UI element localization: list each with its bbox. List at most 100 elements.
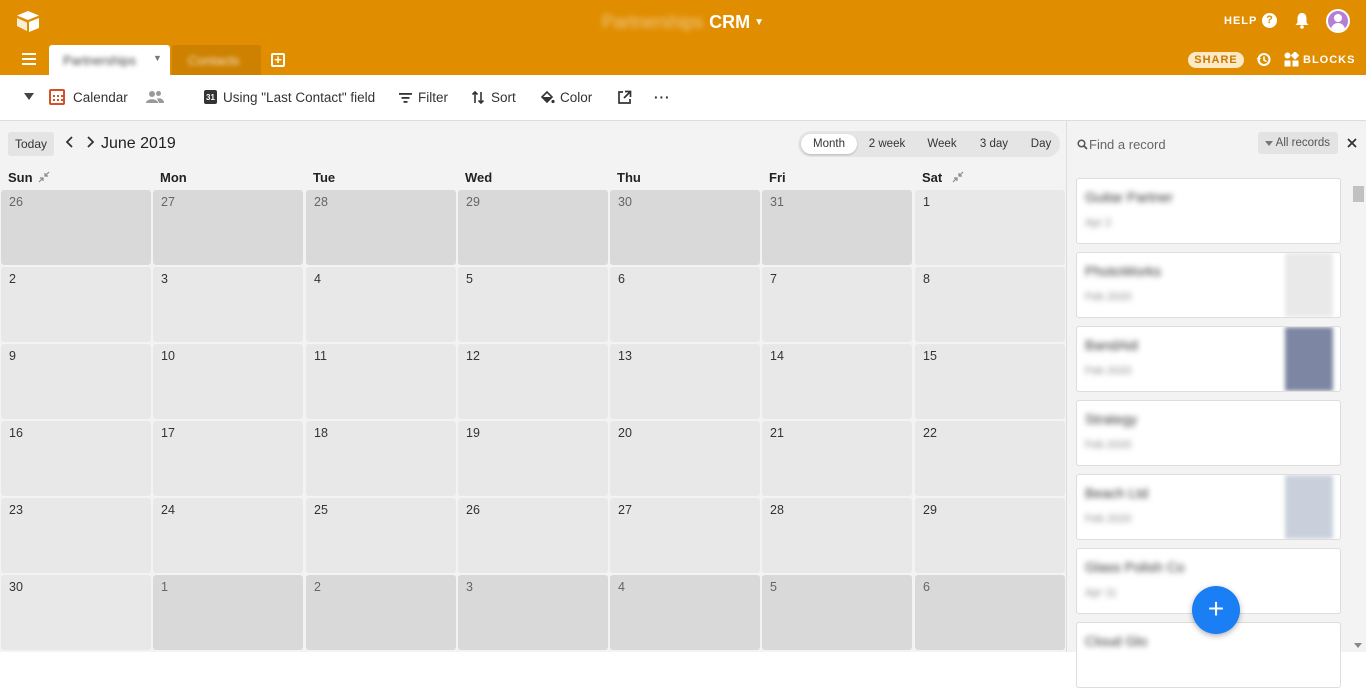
chevron-down-icon[interactable]: ▼ [153, 53, 162, 63]
day-cell[interactable]: 30 [1, 575, 151, 650]
range-day[interactable]: Day [1022, 134, 1060, 154]
day-cell[interactable]: 3 [458, 575, 608, 650]
base-name[interactable]: Partnerships [602, 10, 703, 34]
base-suffix[interactable]: CRM [709, 12, 750, 32]
sort-button[interactable]: Sort [491, 89, 516, 107]
day-cell[interactable]: 25 [306, 498, 456, 573]
day-cell[interactable]: 29 [915, 498, 1065, 573]
view-switcher-caret-icon[interactable] [24, 93, 34, 100]
day-cell[interactable]: 30 [610, 190, 760, 265]
all-records-dropdown[interactable]: All records [1258, 132, 1338, 154]
day-cell[interactable]: 22 [915, 421, 1065, 496]
record-date: Feb 2020 [1085, 365, 1132, 377]
day-number: 25 [314, 503, 328, 517]
day-cell[interactable]: 7 [762, 267, 912, 342]
day-cell[interactable]: 24 [153, 498, 303, 573]
day-cell[interactable]: 4 [610, 575, 760, 650]
blocks-icon[interactable] [1284, 52, 1299, 67]
day-cell[interactable]: 2 [306, 575, 456, 650]
collapse-weekend-icon[interactable] [38, 171, 50, 183]
day-cell[interactable]: 4 [306, 267, 456, 342]
help-icon[interactable]: ? [1262, 13, 1277, 28]
day-cell[interactable]: 17 [153, 421, 303, 496]
airtable-logo-icon[interactable] [16, 10, 40, 32]
paint-bucket-icon[interactable] [540, 90, 555, 105]
day-cell[interactable]: 11 [306, 344, 456, 419]
hamburger-menu-icon[interactable] [22, 53, 36, 65]
day-cell[interactable]: 8 [915, 267, 1065, 342]
filter-icon[interactable] [398, 90, 413, 105]
blocks-button[interactable]: BLOCKS [1303, 52, 1355, 68]
date-field-button[interactable]: Using "Last Contact" field [223, 89, 375, 107]
day-cell[interactable]: 15 [915, 344, 1065, 419]
record-card[interactable]: BandAid Feb 2020 [1076, 326, 1341, 392]
day-cell[interactable]: 26 [458, 498, 608, 573]
day-cell[interactable]: 27 [610, 498, 760, 573]
day-cell[interactable]: 6 [610, 267, 760, 342]
range-3-day[interactable]: 3 day [972, 134, 1016, 154]
color-button[interactable]: Color [560, 89, 592, 107]
day-cell[interactable]: 29 [458, 190, 608, 265]
find-record-input[interactable] [1089, 134, 1249, 154]
filter-button[interactable]: Filter [418, 89, 448, 107]
scroll-down-icon[interactable] [1354, 643, 1362, 648]
day-cell[interactable]: 1 [915, 190, 1065, 265]
record-card[interactable]: Guitar Partner Apr 2 [1076, 178, 1341, 244]
help-link[interactable]: HELP [1224, 13, 1257, 29]
range-month[interactable]: Month [801, 134, 857, 154]
record-date: Feb 2020 [1085, 291, 1132, 303]
day-cell[interactable]: 28 [762, 498, 912, 573]
people-icon[interactable] [146, 90, 164, 104]
record-sidebar: All records Guitar Partner Apr 2 PhotoWork… [1066, 121, 1366, 688]
record-card[interactable]: Beach Ltd Feb 2020 [1076, 474, 1341, 540]
day-cell[interactable]: 5 [458, 267, 608, 342]
collapse-weekend-icon[interactable] [952, 171, 964, 183]
day-cell[interactable]: 6 [915, 575, 1065, 650]
chevron-down-icon[interactable]: ▼ [754, 17, 764, 28]
day-cell[interactable]: 1 [153, 575, 303, 650]
close-icon[interactable] [1346, 137, 1358, 149]
day-cell[interactable]: 13 [610, 344, 760, 419]
today-button[interactable]: Today [8, 132, 54, 156]
view-name[interactable]: Calendar [73, 89, 128, 107]
day-cell[interactable]: 3 [153, 267, 303, 342]
day-cell[interactable]: 28 [306, 190, 456, 265]
day-cell[interactable]: 20 [610, 421, 760, 496]
day-cell[interactable]: 21 [762, 421, 912, 496]
day-cell[interactable]: 18 [306, 421, 456, 496]
day-cell[interactable]: 2 [1, 267, 151, 342]
day-number: 29 [466, 195, 480, 209]
scrollbar-thumb[interactable] [1353, 186, 1364, 202]
sort-icon[interactable] [471, 90, 486, 105]
bell-icon[interactable] [1294, 12, 1310, 29]
chevron-left-icon[interactable] [64, 135, 76, 149]
day-cell[interactable]: 27 [153, 190, 303, 265]
day-cell[interactable]: 26 [1, 190, 151, 265]
record-name: BandAid [1085, 337, 1138, 353]
range-2-week[interactable]: 2 week [861, 134, 913, 154]
sidebar-scrollbar[interactable] [1350, 181, 1366, 652]
day-cell[interactable]: 23 [1, 498, 151, 573]
tab-contacts[interactable]: Contacts [172, 45, 261, 75]
add-record-button[interactable]: + [1192, 586, 1240, 634]
day-cell[interactable]: 16 [1, 421, 151, 496]
day-cell[interactable]: 9 [1, 344, 151, 419]
chevron-right-icon[interactable] [84, 135, 96, 149]
day-cell[interactable]: 10 [153, 344, 303, 419]
more-options-icon[interactable]: ··· [654, 89, 671, 107]
record-card[interactable]: PhotoWorks Feb 2020 [1076, 252, 1341, 318]
day-cell[interactable]: 12 [458, 344, 608, 419]
day-number: 5 [466, 272, 473, 286]
range-week[interactable]: Week [919, 134, 965, 154]
add-table-icon[interactable]: + [271, 53, 285, 67]
tab-partnerships[interactable]: Partnerships ▼ [49, 45, 170, 75]
share-view-icon[interactable] [617, 90, 632, 105]
day-cell[interactable]: 19 [458, 421, 608, 496]
avatar[interactable] [1326, 9, 1350, 33]
day-cell[interactable]: 31 [762, 190, 912, 265]
share-button[interactable]: SHARE [1188, 52, 1244, 68]
day-cell[interactable]: 5 [762, 575, 912, 650]
record-card[interactable]: Strategy Feb 2020 [1076, 400, 1341, 466]
day-cell[interactable]: 14 [762, 344, 912, 419]
history-icon[interactable] [1256, 52, 1271, 67]
